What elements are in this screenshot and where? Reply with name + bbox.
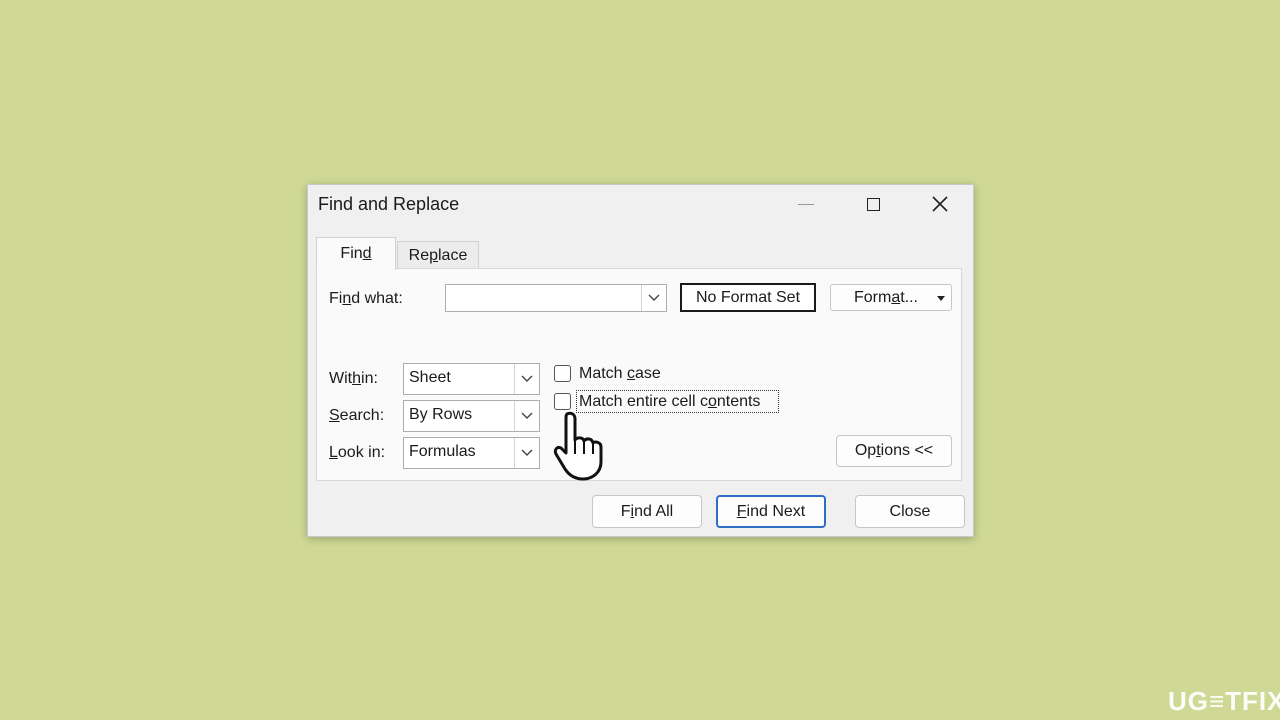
chevron-down-icon[interactable] [514, 438, 539, 468]
close-icon[interactable] [920, 189, 960, 219]
no-format-set-preview: No Format Set [680, 283, 816, 312]
tab-find[interactable]: Fin d [316, 237, 396, 270]
tab-replace[interactable]: Re p lace [397, 241, 479, 269]
options-button[interactable]: Op t ions << [836, 435, 952, 467]
watermark-logo: UG≡TFIX [1168, 686, 1280, 716]
find-next-button[interactable]: Find Next [716, 495, 826, 528]
search-select[interactable]: By Rows [403, 400, 540, 432]
pointer-hand-icon [553, 411, 603, 481]
find-tab-panel: Find what: No Format Set Format... Withi… [316, 268, 962, 481]
find-what-input[interactable] [445, 284, 667, 312]
find-what-label: Find what: [329, 290, 403, 307]
search-label: Search: [329, 407, 385, 424]
format-button[interactable]: Format... [830, 284, 952, 311]
dropdown-caret-icon[interactable] [937, 296, 945, 301]
look-in-label: Look in: [329, 444, 386, 461]
chevron-down-icon[interactable] [514, 364, 539, 394]
look-in-select[interactable]: Formulas [403, 437, 540, 469]
find-replace-dialog: Find and Replace Fin d Re p lace Find what:… [307, 184, 974, 537]
within-label: Within: [329, 370, 378, 387]
title-bar[interactable]: Find and Replace [308, 185, 973, 223]
chevron-down-icon[interactable] [514, 401, 539, 431]
close-button[interactable]: Close [855, 495, 965, 528]
chevron-down-icon[interactable] [641, 285, 666, 311]
match-entire-cell-checkbox[interactable] [554, 393, 571, 410]
match-entire-cell-label[interactable]: Match entire cell contents [579, 393, 760, 411]
maximize-icon[interactable] [853, 189, 893, 219]
minimize-icon[interactable] [786, 189, 826, 219]
find-all-button[interactable]: Fi nd All [592, 495, 702, 528]
match-case-label[interactable]: Match case [579, 365, 661, 383]
within-select[interactable]: Sheet [403, 363, 540, 395]
match-case-checkbox[interactable] [554, 365, 571, 382]
dialog-title: Find and Replace [318, 194, 460, 214]
